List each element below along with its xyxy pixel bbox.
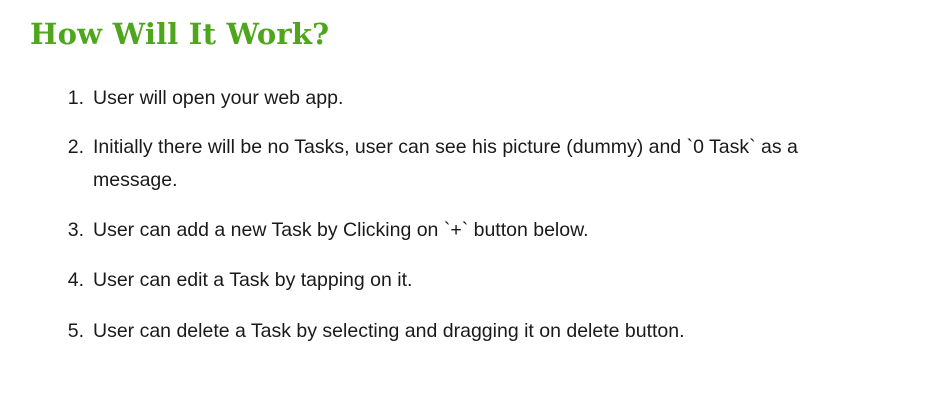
list-item-number: 4. <box>67 269 84 291</box>
list-item-text: User will open your web app. <box>93 87 344 109</box>
list-item-text: User can edit a Task by tapping on it. <box>93 269 413 291</box>
list-item-text: User can add a new Task by Clicking on `… <box>93 219 589 241</box>
list-item-number: 5. <box>67 320 84 342</box>
section-heading: How Will It Work? <box>30 17 330 51</box>
list-item-text: Initially there will be no Tasks, user c… <box>93 136 798 191</box>
list-item-number: 3. <box>67 219 84 241</box>
list-item-number: 1. <box>67 87 84 109</box>
list-item-number: 2. <box>67 136 84 158</box>
list-item-text: User can delete a Task by selecting and … <box>93 320 685 342</box>
document-page: How Will It Work? 1. User will open your… <box>0 0 942 410</box>
